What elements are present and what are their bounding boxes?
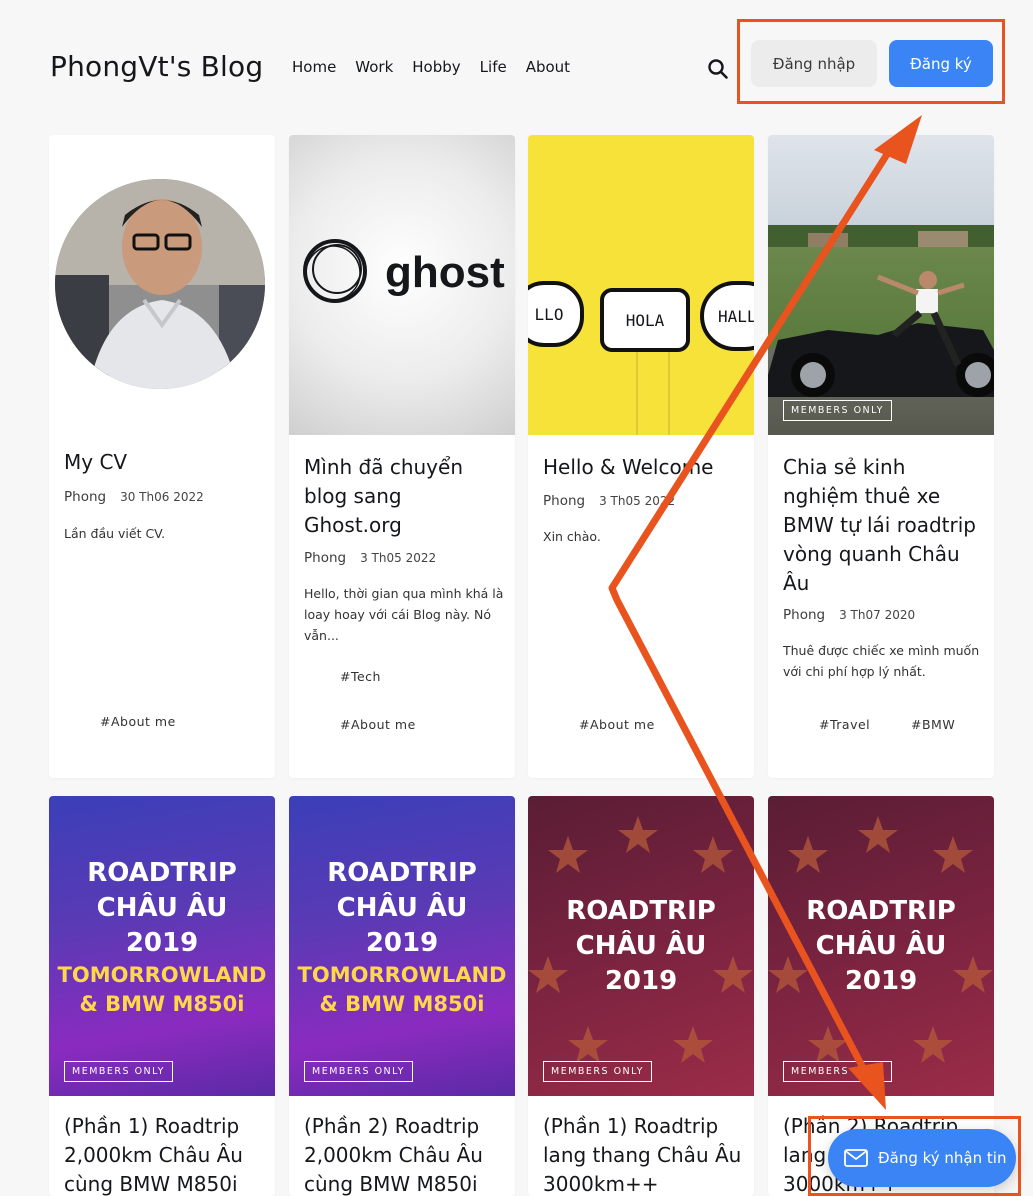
post-meta: Phong 30 Th06 2022	[64, 489, 204, 505]
post-meta: Phong 3 Th07 2020	[783, 607, 915, 623]
post-image: ghost	[289, 135, 515, 435]
speech-bubble: LLO	[528, 281, 584, 347]
post-card[interactable]: My CV Phong 30 Th06 2022 Lần đầu viết CV…	[49, 135, 275, 778]
image-subline: TOMORROWLAND	[297, 963, 507, 987]
search-icon[interactable]	[707, 58, 729, 80]
image-line: ROADTRIP	[327, 858, 477, 888]
nav-life[interactable]: Life	[480, 58, 507, 76]
post-date: 3 Th05 2022	[360, 551, 437, 565]
image-line: CHÂU ÂU	[575, 931, 707, 961]
post-excerpt: Hello, thời gian qua mình khá là loay ho…	[304, 586, 504, 643]
image-line: ROADTRIP	[806, 896, 956, 926]
post-title[interactable]: (Phần 1) Roadtrip lang thang Châu Âu 300…	[543, 1112, 743, 1196]
post-tag[interactable]: #BMW	[911, 717, 955, 732]
post-title[interactable]: Mình đã chuyển blog sang Ghost.org	[304, 453, 504, 540]
post-excerpt: Lần đầu viết CV.	[64, 526, 166, 541]
members-only-badge: MEMBERS ONLY	[64, 1061, 173, 1082]
image-line: ROADTRIP	[87, 858, 237, 888]
post-author[interactable]: Phong	[64, 489, 106, 505]
post-title[interactable]: (Phần 2) Roadtrip 2,000km Châu Âu cùng B…	[304, 1112, 504, 1196]
post-date: 3 Th05 2022	[599, 494, 676, 508]
post-author[interactable]: Phong	[783, 607, 825, 623]
ghost-wordmark: ghost	[385, 248, 505, 297]
nav-home[interactable]: Home	[292, 58, 336, 76]
post-card[interactable]: LLO HOLA HALL Hello & Welcome Phong 3 Th…	[528, 135, 754, 778]
members-only-badge: MEMBERS ONLY	[783, 400, 892, 421]
post-card[interactable]: ROADTRIP CHÂU ÂU 2019 MEMBERS ONLY (Phần…	[528, 796, 754, 1196]
ghost-logo: ghost	[303, 239, 505, 303]
image-title: ROADTRIP CHÂU ÂU 2019 TOMORROWLAND & BMW…	[49, 856, 275, 1019]
post-title[interactable]: Chia sẻ kinh nghiệm thuê xe BMW tự lái r…	[783, 453, 983, 598]
post-card[interactable]: ghost Mình đã chuyển blog sang Ghost.org…	[289, 135, 515, 778]
post-title[interactable]: Hello & Welcome	[543, 453, 743, 482]
site-logo[interactable]: PhongVt's Blog	[50, 50, 263, 83]
author-photo	[55, 179, 265, 389]
stick	[636, 352, 638, 435]
post-excerpt: Xin chào.	[543, 529, 601, 544]
stick	[668, 352, 670, 435]
nav-hobby[interactable]: Hobby	[412, 58, 460, 76]
post-image	[49, 135, 275, 435]
post-tag[interactable]: #About me	[579, 717, 655, 732]
post-card[interactable]: ROADTRIP CHÂU ÂU 2019 TOMORROWLAND & BMW…	[49, 796, 275, 1196]
post-card[interactable]: MEMBERS ONLY Chia sẻ kinh nghiệm thuê xe…	[768, 135, 994, 778]
post-image: ROADTRIP CHÂU ÂU 2019 MEMBERS ONLY	[768, 796, 994, 1096]
speech-bubble: HALL	[700, 281, 754, 351]
image-line: 2019	[125, 928, 199, 958]
post-image: ROADTRIP CHÂU ÂU 2019 TOMORROWLAND & BMW…	[49, 796, 275, 1096]
post-image: MEMBERS ONLY	[768, 135, 994, 435]
members-only-badge: MEMBERS ONLY	[543, 1061, 652, 1082]
post-meta: Phong 3 Th05 2022	[543, 493, 675, 509]
post-author[interactable]: Phong	[304, 550, 346, 566]
login-button[interactable]: Đăng nhập	[751, 40, 877, 87]
post-tag[interactable]: #About me	[100, 714, 176, 729]
post-title[interactable]: My CV	[64, 448, 264, 477]
post-image: LLO HOLA HALL	[528, 135, 754, 435]
image-subline: & BMW M850i	[319, 992, 485, 1016]
image-subline: TOMORROWLAND	[57, 963, 267, 987]
image-title: ROADTRIP CHÂU ÂU 2019	[768, 894, 994, 999]
post-excerpt: Thuê được chiếc xe mình muốn với chi phí…	[783, 643, 980, 679]
members-only-badge: MEMBERS ONLY	[304, 1061, 413, 1082]
signup-button[interactable]: Đăng ký	[889, 40, 993, 87]
post-image: ROADTRIP CHÂU ÂU 2019 MEMBERS ONLY	[528, 796, 754, 1096]
nav-work[interactable]: Work	[355, 58, 393, 76]
site-header: PhongVt's Blog Home Work Hobby Life Abou…	[0, 0, 1033, 135]
post-image: ROADTRIP CHÂU ÂU 2019 TOMORROWLAND & BMW…	[289, 796, 515, 1096]
post-tag[interactable]: #About me	[340, 717, 416, 732]
image-line: CHÂU ÂU	[336, 893, 468, 923]
image-subline: & BMW M850i	[79, 992, 245, 1016]
newsletter-label: Đăng ký nhận tin	[878, 1149, 1007, 1167]
nav-about[interactable]: About	[526, 58, 570, 76]
newsletter-button[interactable]: Đăng ký nhận tin	[828, 1129, 1016, 1187]
speech-bubble: HOLA	[600, 288, 690, 352]
image-line: CHÂU ÂU	[96, 893, 228, 923]
post-tag[interactable]: #Tech	[340, 669, 381, 684]
image-line: CHÂU ÂU	[815, 931, 947, 961]
image-title: ROADTRIP CHÂU ÂU 2019	[528, 894, 754, 999]
post-card[interactable]: ROADTRIP CHÂU ÂU 2019 TOMORROWLAND & BMW…	[289, 796, 515, 1196]
post-title[interactable]: (Phần 1) Roadtrip 2,000km Châu Âu cùng B…	[64, 1112, 264, 1196]
post-author[interactable]: Phong	[543, 493, 585, 509]
main-nav: Home Work Hobby Life About	[292, 58, 570, 76]
mail-icon	[844, 1149, 868, 1167]
post-tag[interactable]: #Travel	[819, 717, 870, 732]
image-line: 2019	[365, 928, 439, 958]
image-title: ROADTRIP CHÂU ÂU 2019 TOMORROWLAND & BMW…	[289, 856, 515, 1019]
car-photo	[768, 225, 994, 397]
image-line: 2019	[604, 966, 678, 996]
post-date: 3 Th07 2020	[839, 608, 916, 622]
image-line: ROADTRIP	[566, 896, 716, 926]
members-only-badge: MEMBERS ONLY	[783, 1061, 892, 1082]
post-date: 30 Th06 2022	[120, 490, 204, 504]
post-meta: Phong 3 Th05 2022	[304, 550, 436, 566]
image-line: 2019	[844, 966, 918, 996]
